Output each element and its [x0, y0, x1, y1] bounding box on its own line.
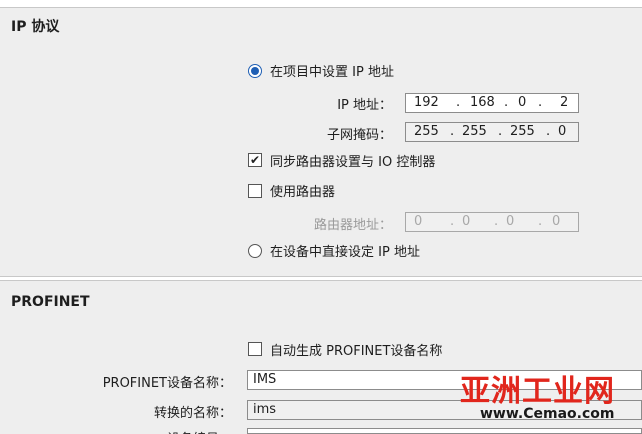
use-router-checkbox[interactable]: [248, 184, 262, 198]
sync-router-checkbox[interactable]: ✔: [248, 153, 262, 167]
device-number-label: 设备编号：: [60, 428, 232, 434]
router-address-input[interactable]: 0 . 0 . 0 . 0: [405, 212, 579, 232]
use-router-label: 使用路由器: [270, 185, 336, 200]
ip-address-label: IP 地址：: [337, 98, 392, 113]
subnet-mask-label: 子网掩码：: [326, 128, 392, 143]
ip-octet-3: 0: [518, 95, 527, 110]
subnet-mask-input[interactable]: 255 . 255 . 255 . 0: [405, 122, 579, 142]
ip-address-input[interactable]: 192 . 168 . 0 . 2: [405, 93, 579, 113]
auto-generate-name-label: 自动生成 PROFINET设备名称: [270, 344, 443, 359]
auto-generate-name-checkbox[interactable]: [248, 342, 262, 356]
router-octet-4: 0: [552, 214, 561, 229]
watermark-url: www.Cemao.com: [480, 406, 615, 422]
subnet-octet-2: 255: [462, 124, 487, 139]
profinet-device-name-label: PROFINET设备名称：: [102, 376, 232, 391]
section-divider: [0, 276, 642, 281]
watermark-logo: 亚洲工业网: [460, 374, 615, 409]
converted-name-label: 转换的名称：: [153, 406, 232, 421]
ip-section-title: IP 协议: [11, 19, 60, 35]
subnet-octet-4: 0: [558, 124, 567, 139]
router-octet-3: 0: [506, 214, 515, 229]
set-ip-in-project-label: 在项目中设置 IP 地址: [270, 65, 394, 80]
device-number-input[interactable]: [247, 428, 642, 434]
ip-octet-4: 2: [560, 95, 569, 110]
sync-router-label: 同步路由器设置与 IO 控制器: [270, 155, 436, 170]
router-octet-2: 0: [462, 214, 471, 229]
subnet-octet-3: 255: [510, 124, 535, 139]
router-address-label: 路由器地址：: [313, 218, 392, 233]
profinet-section-title: PROFINET: [11, 294, 90, 310]
router-octet-1: 0: [414, 214, 423, 229]
check-mark-icon: ✔: [249, 153, 261, 167]
subnet-octet-1: 255: [414, 124, 439, 139]
set-ip-on-device-label: 在设备中直接设定 IP 地址: [270, 245, 420, 260]
set-ip-in-project-radio[interactable]: [248, 64, 262, 78]
ip-octet-1: 192: [414, 95, 439, 110]
ip-octet-2: 168: [470, 95, 495, 110]
top-panel-edge: [0, 0, 642, 8]
set-ip-on-device-radio[interactable]: [248, 244, 262, 258]
